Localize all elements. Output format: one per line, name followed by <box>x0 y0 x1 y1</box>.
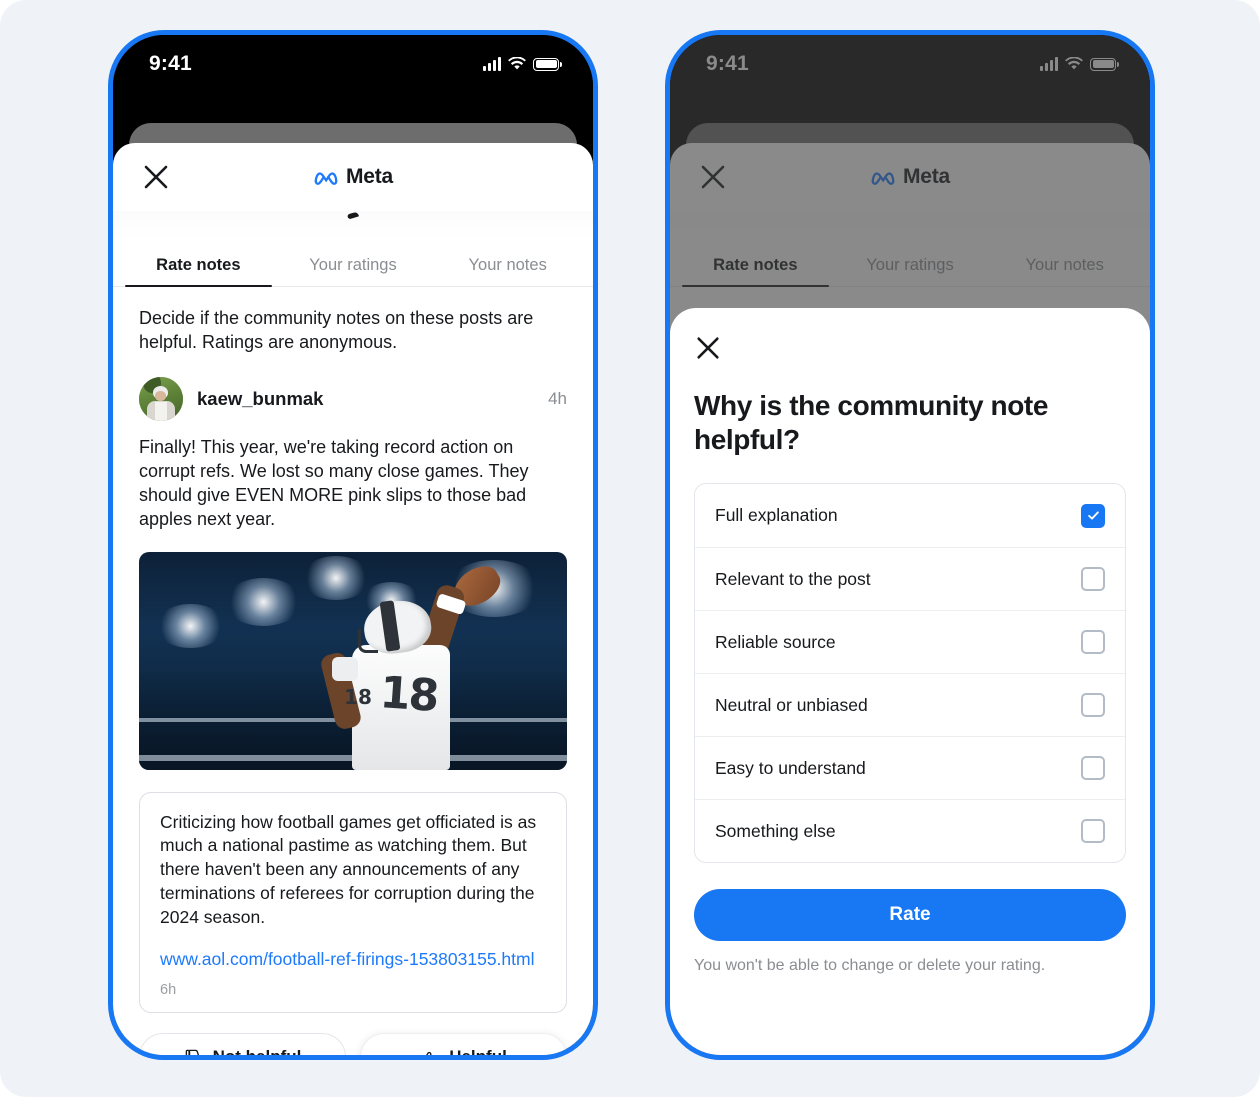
status-bar-left: 9:41 <box>113 35 593 93</box>
jersey-number: 18 <box>377 667 439 723</box>
checkbox-unchecked-icon[interactable] <box>1081 630 1105 655</box>
not-helpful-label: Not helpful <box>213 1047 302 1055</box>
tab-label: Rate notes <box>156 256 241 274</box>
tab-label: Your ratings <box>309 256 397 274</box>
cellular-bars-icon <box>483 57 501 71</box>
battery-icon <box>533 57 562 71</box>
tab-your-notes[interactable]: Your notes <box>430 256 585 286</box>
thumbs-down-icon <box>185 1049 199 1055</box>
jersey-number-sleeve: 18 <box>344 685 372 710</box>
community-note-card: Criticizing how football games get offic… <box>139 791 567 1014</box>
reason-option-reliable-source[interactable]: Reliable source <box>695 610 1125 673</box>
reason-label: Reliable source <box>715 631 836 652</box>
reason-option-easy-to-understand[interactable]: Easy to understand <box>695 736 1125 799</box>
community-note-timestamp: 6h <box>160 982 177 999</box>
reason-label: Neutral or unbiased <box>715 694 868 715</box>
community-note-link[interactable]: www.aol.com/football-ref-firings-1538031… <box>160 948 546 971</box>
close-icon[interactable] <box>141 162 171 192</box>
meta-infinity-logo-icon <box>314 172 338 185</box>
reason-option-full-explanation[interactable]: Full explanation <box>695 484 1125 547</box>
helpful-label: Helpful <box>449 1047 507 1055</box>
app-surface-left: Meta Rate notes Your ratings Your notes … <box>113 143 593 1055</box>
reason-label: Relevant to the post <box>715 568 871 589</box>
brand-name: Meta <box>345 165 394 188</box>
note-rating-actions: Not helpful Helpful <box>113 1013 593 1055</box>
post-image[interactable]: 18 18 <box>139 551 567 770</box>
thumbs-up-icon <box>426 1051 432 1055</box>
rate-submit-button[interactable]: Rate <box>694 889 1126 942</box>
community-note-text: Criticizing how football games get offic… <box>160 811 537 927</box>
reason-option-neutral-or-unbiased[interactable]: Neutral or unbiased <box>695 673 1125 736</box>
reason-option-relevant-to-the-post[interactable]: Relevant to the post <box>695 547 1125 610</box>
reason-option-list: Full explanation Relevant to the post Re… <box>694 483 1126 864</box>
tab-label: Your notes <box>468 256 547 274</box>
sheet-title: Why is the community note helpful? <box>694 390 1049 456</box>
football-player: 18 18 <box>319 559 537 770</box>
tab-bar-left: Rate notes Your ratings Your notes <box>113 239 593 287</box>
wifi-icon <box>508 57 526 70</box>
post-header: kaew_bunmak 4h <box>113 355 593 421</box>
reason-label: Something else <box>715 820 836 841</box>
tab-your-ratings[interactable]: Your ratings <box>276 256 431 286</box>
checkbox-unchecked-icon[interactable] <box>1081 819 1105 844</box>
checkbox-checked-icon[interactable] <box>1081 503 1105 528</box>
tab-rate-notes[interactable]: Rate notes <box>121 256 276 287</box>
reason-option-something-else[interactable]: Something else <box>695 799 1125 862</box>
checkbox-unchecked-icon[interactable] <box>1081 756 1105 781</box>
scrolled-title-peek <box>113 211 593 239</box>
post-text: Finally! This year, we're taking record … <box>139 436 529 530</box>
checkbox-unchecked-icon[interactable] <box>1081 567 1105 592</box>
rate-button-label: Rate <box>889 904 931 926</box>
checkbox-unchecked-icon[interactable] <box>1081 693 1105 718</box>
not-helpful-button[interactable]: Not helpful <box>139 1033 346 1055</box>
status-indicators <box>483 57 562 71</box>
brand: Meta <box>313 165 393 189</box>
status-time: 9:41 <box>149 52 192 75</box>
rating-disclaimer: You won't be able to change or delete yo… <box>694 957 1046 975</box>
phone-right: 9:41 <box>665 30 1155 1060</box>
rating-reason-sheet: Why is the community note helpful? Full … <box>670 308 1150 1055</box>
post-timestamp: 4h <box>548 388 567 408</box>
reason-label: Full explanation <box>715 505 838 526</box>
post-username[interactable]: kaew_bunmak <box>197 388 323 410</box>
avatar[interactable] <box>139 376 183 421</box>
phone-left: 9:41 Meta Rate notes Your ratings Your n… <box>108 30 598 1060</box>
app-header-left: Meta <box>113 143 593 211</box>
close-icon[interactable] <box>694 334 722 362</box>
section-description: Decide if the community notes on these p… <box>139 308 534 352</box>
partial-glyph <box>347 211 359 220</box>
page-canvas: 9:41 Meta Rate notes Your ratings Your n… <box>0 0 1260 1097</box>
helpful-button[interactable]: Helpful <box>360 1033 567 1055</box>
reason-label: Easy to understand <box>715 757 866 778</box>
